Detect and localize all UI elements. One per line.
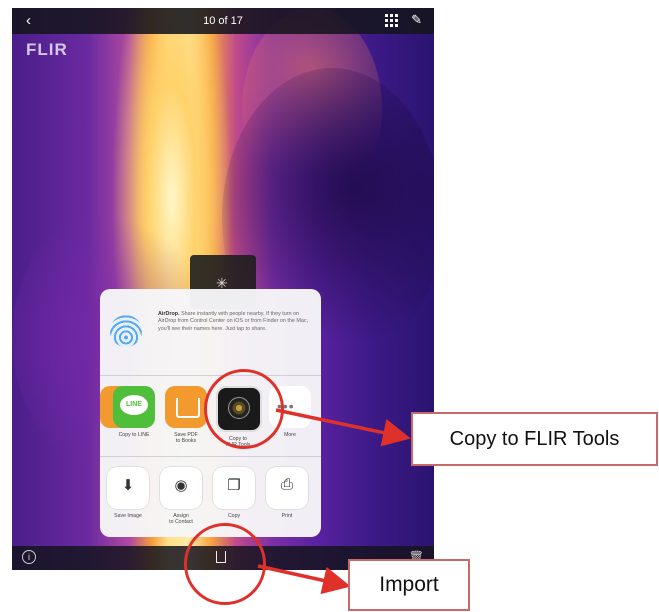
- callout-import: Import: [348, 559, 470, 611]
- arrow-copy: [275, 408, 411, 447]
- highlight-ring-flir-tools: [204, 369, 284, 449]
- callout-copy-to-flir-tools: Copy to FLIR Tools: [411, 412, 658, 466]
- highlight-ring-share: [184, 523, 266, 605]
- annotation-arrows: [257, 408, 411, 595]
- arrow-import: [257, 564, 351, 595]
